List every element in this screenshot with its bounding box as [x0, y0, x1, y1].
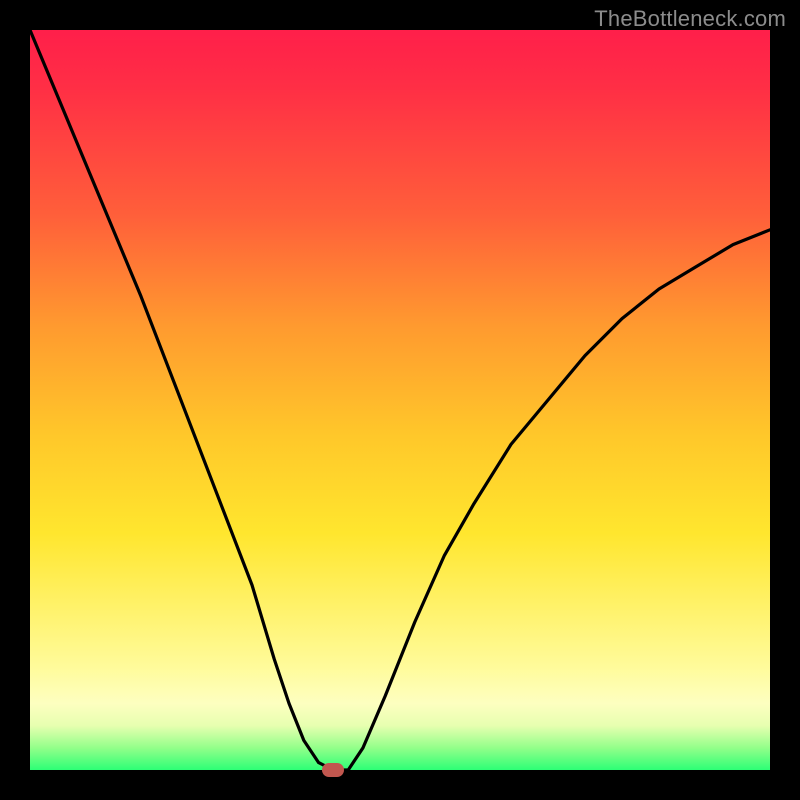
bottleneck-curve	[30, 30, 770, 770]
watermark-text: TheBottleneck.com	[594, 6, 786, 32]
curve-path	[30, 30, 770, 770]
plot-area	[30, 30, 770, 770]
minimum-marker	[322, 763, 344, 777]
chart-frame: TheBottleneck.com	[0, 0, 800, 800]
